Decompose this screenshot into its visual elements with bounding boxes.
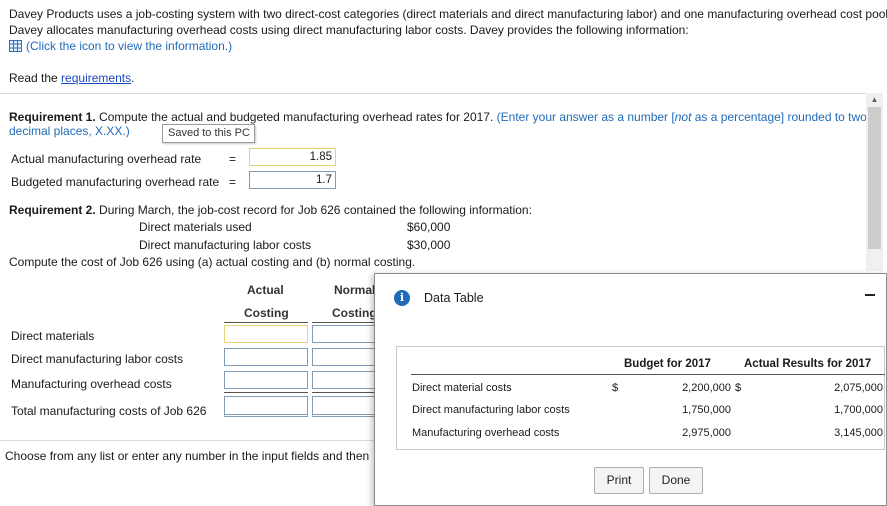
data-table-dialog: i Data Table Budget for 2017 Actual Resu… xyxy=(374,273,887,506)
budgeted-rate-label: Budgeted manufacturing overhead rate xyxy=(11,175,220,189)
problem-intro: Davey Products uses a job-costing system… xyxy=(9,6,887,38)
divider xyxy=(0,93,866,94)
dt-row-dml-label: Direct manufacturing labor costs xyxy=(412,404,570,416)
actual-overhead-input[interactable] xyxy=(224,371,308,389)
intro-line-2: Davey allocates manufacturing overhead c… xyxy=(9,23,689,37)
budgeted-rate-input[interactable]: 1.7 xyxy=(249,171,336,189)
row-direct-materials: Direct materials xyxy=(11,329,95,343)
actual-rate-equals: = xyxy=(229,152,237,166)
read-requirements-line: Read the requirements. xyxy=(9,71,134,85)
header-underline xyxy=(411,374,885,375)
actual-total-input[interactable] xyxy=(224,396,308,417)
requirement-2-heading: Requirement 2. During March, the job-cos… xyxy=(9,203,532,217)
requirements-link[interactable]: requirements xyxy=(61,71,131,85)
row-overhead: Manufacturing overhead costs xyxy=(11,377,172,391)
normal-overhead-input[interactable] xyxy=(312,371,376,389)
col-budget-header: Budget for 2017 xyxy=(624,358,711,370)
done-button[interactable]: Done xyxy=(649,467,703,494)
actual-col-underline xyxy=(224,322,308,323)
actual-rate-label: Actual manufacturing overhead rate xyxy=(11,152,202,166)
print-button[interactable]: Print xyxy=(594,467,644,494)
actual-subtotal-line xyxy=(224,392,308,393)
footer-instruction: Choose from any list or enter any number… xyxy=(5,449,373,463)
normal-dml-input[interactable] xyxy=(312,348,376,366)
dt-row-moh-budget: 2,975,000 xyxy=(682,427,731,439)
actual-rate-input[interactable]: 1.85 xyxy=(249,148,336,166)
dm-used-label: Direct materials used xyxy=(139,220,252,234)
dt-row-dml-budget: 1,750,000 xyxy=(682,404,731,416)
actual-col-header-bottom: Costing xyxy=(244,306,289,320)
normal-total-input[interactable] xyxy=(312,396,376,417)
actual-dml-input[interactable] xyxy=(224,348,308,366)
dialog-title: Data Table xyxy=(424,291,484,305)
dt-row-dm-actual: 2,075,000 xyxy=(834,382,883,394)
budgeted-rate-equals: = xyxy=(229,175,237,189)
requirement-1-heading: Requirement 1. Compute the actual and bu… xyxy=(9,110,867,124)
dm-used-value: $60,000 xyxy=(407,220,451,234)
dt-row-dm-budget: 2,200,000 xyxy=(682,382,731,394)
chevron-up-icon[interactable]: ▲ xyxy=(866,93,883,107)
dml-label: Direct manufacturing labor costs xyxy=(139,238,312,252)
row-total: Total manufacturing costs of Job 626 xyxy=(11,404,207,418)
dt-row-dm-label: Direct material costs xyxy=(412,382,512,394)
normal-dm-input[interactable] xyxy=(312,325,376,343)
info-icon: i xyxy=(394,290,410,306)
saved-tooltip: Saved to this PC xyxy=(162,124,255,143)
actual-col-header-top: Actual xyxy=(247,283,284,297)
table-grid-icon[interactable] xyxy=(9,40,22,52)
normal-subtotal-line xyxy=(312,392,374,393)
view-info-text[interactable]: (Click the icon to view the information.… xyxy=(26,39,232,53)
scrollbar-thumb[interactable] xyxy=(868,107,881,249)
dt-row-dml-actual: 1,700,000 xyxy=(834,404,883,416)
col-actual-header: Actual Results for 2017 xyxy=(744,358,872,370)
read-prefix: Read the xyxy=(9,71,62,85)
req2-label: Requirement 2. xyxy=(9,203,96,217)
dml-value: $30,000 xyxy=(407,238,451,252)
req2-text: During March, the job-cost record for Jo… xyxy=(95,203,532,217)
read-suffix: . xyxy=(131,71,135,85)
row-direct-labor: Direct manufacturing labor costs xyxy=(11,352,184,366)
dt-row-moh-label: Manufacturing overhead costs xyxy=(412,427,560,439)
intro-line-1: Davey Products uses a job-costing system… xyxy=(9,7,887,21)
dt-row-dm-currency-1: $ xyxy=(612,382,619,394)
actual-dm-input[interactable] xyxy=(224,325,308,343)
req1-label: Requirement 1. xyxy=(9,110,96,124)
req1-text: Compute the actual and budgeted manufact… xyxy=(95,110,497,124)
view-info-link[interactable]: (Click the icon to view the information.… xyxy=(9,39,232,53)
normal-col-header-top: Normal xyxy=(334,283,376,297)
footer-divider xyxy=(0,440,374,441)
normal-col-underline xyxy=(312,322,374,323)
dt-row-moh-actual: 3,145,000 xyxy=(834,427,883,439)
dt-row-dm-currency-2: $ xyxy=(735,382,742,394)
normal-col-header-bottom: Costing xyxy=(332,306,377,320)
compute-instruction: Compute the cost of Job 626 using (a) ac… xyxy=(9,255,416,269)
req1-hint: (Enter your answer as a number [not as a… xyxy=(496,110,867,124)
req1-hint-line2: decimal places, X.XX.) xyxy=(9,124,130,138)
minimize-icon[interactable] xyxy=(865,294,875,296)
